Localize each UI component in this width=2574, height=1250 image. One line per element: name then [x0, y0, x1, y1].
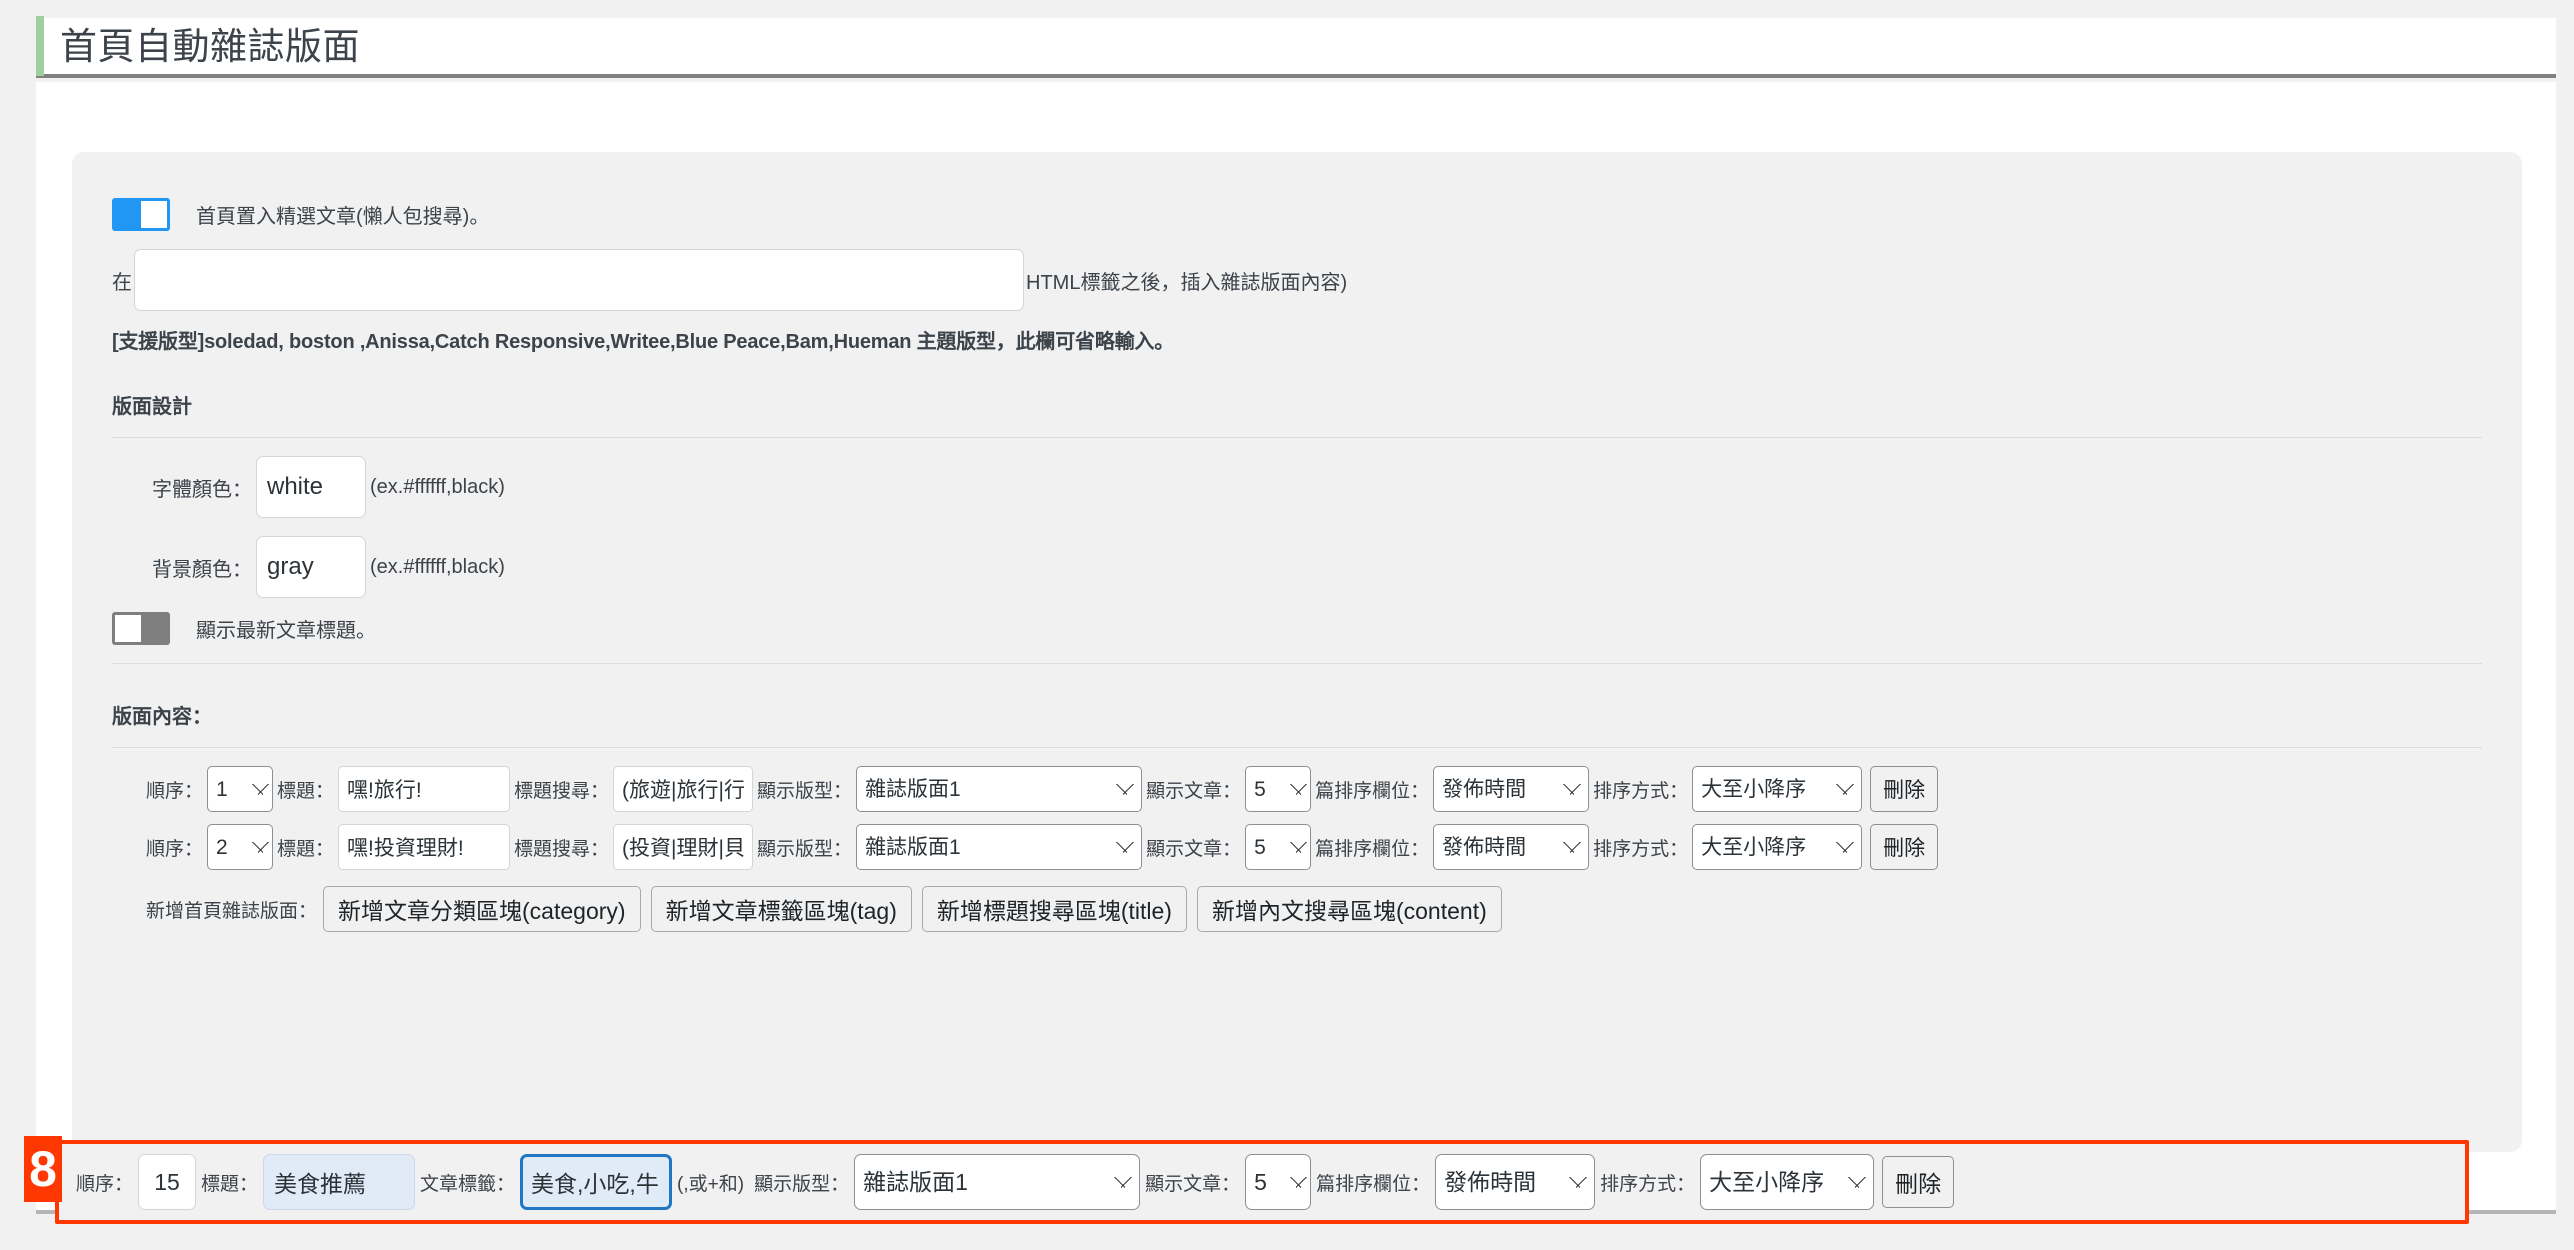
- font-color-label: 字體顏色：: [152, 478, 252, 501]
- article-tag-input[interactable]: [520, 1154, 673, 1210]
- content-rows-container: 順序： 1 標題： 標題搜尋： 顯示版型： 雜誌版面1 顯示文章： 5 篇排序欄…: [118, 760, 2482, 876]
- layout-select[interactable]: 雜誌版面1: [856, 766, 1143, 812]
- sort-dir-label: 排序方式：: [1593, 838, 1689, 860]
- sort-field-select[interactable]: 發佈時間: [1433, 824, 1590, 870]
- order-label: 順序：: [146, 780, 204, 802]
- sort-dir-select[interactable]: 大至小降序: [1692, 824, 1863, 870]
- main-card: 首頁置入精選文章(懶人包搜尋)。 在 HTML標籤之後，插入雜誌版面內容) [支…: [24, 82, 2556, 1224]
- delete-button[interactable]: 刪除: [1870, 824, 1939, 870]
- step-badge-8: 8: [24, 1136, 62, 1202]
- bg-color-label: 背景顏色：: [152, 558, 252, 581]
- layout-label: 顯示版型：: [754, 1173, 850, 1195]
- add-title-search-block-button[interactable]: 新增標題搜尋區塊(title): [921, 886, 1187, 932]
- highlighted-tag-row: 8 順序： 標題： 文章標籤： (,或+和) 顯示版型： 雜誌版面1 顯示文章：…: [24, 1136, 2469, 1224]
- bg-color-input[interactable]: [256, 536, 366, 598]
- font-color-input[interactable]: [256, 456, 366, 518]
- title-label: 標題：: [201, 1173, 259, 1195]
- html-tag-suffix: HTML標籤之後，插入雜誌版面內容): [1026, 271, 1348, 294]
- title-input[interactable]: [338, 766, 511, 812]
- sort-dir-label: 排序方式：: [1600, 1173, 1696, 1195]
- toggle-knob: [115, 615, 141, 642]
- tag-hint: (,或+和): [677, 1173, 745, 1195]
- support-theme-note: [支援版型]soledad, boston ,Anissa,Catch Resp…: [112, 331, 1175, 353]
- show-posts-label: 顯示文章：: [1145, 1173, 1241, 1195]
- featured-article-toggle[interactable]: [112, 198, 170, 231]
- featured-toggle-label: 首頁置入精選文章(懶人包搜尋)。: [196, 206, 490, 228]
- design-heading: 版面設計: [112, 396, 192, 418]
- title-input[interactable]: [263, 1154, 416, 1210]
- add-block-label: 新增首頁雜誌版面：: [146, 900, 318, 922]
- layout-label: 顯示版型：: [757, 838, 853, 860]
- add-content-search-block-button[interactable]: 新增內文搜尋區塊(content): [1196, 886, 1502, 932]
- title-search-label: 標題搜尋：: [514, 780, 610, 802]
- page-title: 首頁自動雜誌版面: [60, 25, 360, 67]
- sort-field-label: 篇排序欄位：: [1316, 1173, 1431, 1195]
- html-tag-row: 在 HTML標籤之後，插入雜誌版面內容): [112, 249, 2482, 311]
- title-input[interactable]: [338, 824, 511, 870]
- html-tag-prefix: 在: [112, 271, 132, 294]
- design-divider-bottom: [112, 663, 2482, 664]
- layout-select[interactable]: 雜誌版面1: [854, 1154, 1141, 1210]
- layout-label: 顯示版型：: [757, 780, 853, 802]
- sort-dir-select[interactable]: 大至小降序: [1700, 1154, 1875, 1210]
- design-divider-top: [112, 437, 2482, 438]
- add-category-block-button[interactable]: 新增文章分類區塊(category): [323, 886, 641, 932]
- order-label: 順序：: [146, 838, 204, 860]
- tag-block-row: 順序： 標題： 文章標籤： (,或+和) 顯示版型： 雜誌版面1 顯示文章： 5…: [59, 1144, 2465, 1220]
- sort-field-select[interactable]: 發佈時間: [1433, 766, 1590, 812]
- order-input[interactable]: [138, 1154, 197, 1210]
- layout-select[interactable]: 雜誌版面1: [856, 824, 1143, 870]
- add-block-row: 新增首頁雜誌版面： 新增文章分類區塊(category) 新增文章標籤區塊(ta…: [118, 886, 2482, 932]
- latest-title-toggle-row: 顯示最新文章標題。: [112, 612, 2482, 645]
- font-color-row: 字體顏色： (ex.#ffffff,black): [152, 456, 2482, 518]
- content-row: 順序： 1 標題： 標題搜尋： 顯示版型： 雜誌版面1 顯示文章： 5 篇排序欄…: [118, 760, 2482, 818]
- article-tag-label: 文章標籤：: [420, 1173, 516, 1195]
- delete-button[interactable]: 刪除: [1882, 1156, 1955, 1208]
- content-row: 順序： 2 標題： 標題搜尋： 顯示版型： 雜誌版面1 顯示文章： 5 篇排序欄…: [118, 818, 2482, 876]
- bg-color-row: 背景顏色： (ex.#ffffff,black): [152, 536, 2482, 598]
- title-search-input[interactable]: [613, 824, 754, 870]
- page-header: 首頁自動雜誌版面: [36, 16, 2556, 78]
- order-select[interactable]: 2: [207, 824, 274, 870]
- show-latest-title-toggle[interactable]: [112, 612, 170, 645]
- sort-field-label: 篇排序欄位：: [1315, 838, 1430, 860]
- show-posts-label: 顯示文章：: [1146, 780, 1242, 802]
- delete-button[interactable]: 刪除: [1870, 766, 1939, 812]
- sort-dir-select[interactable]: 大至小降序: [1692, 766, 1863, 812]
- sort-field-label: 篇排序欄位：: [1315, 780, 1430, 802]
- show-posts-label: 顯示文章：: [1146, 838, 1242, 860]
- header-accent-bar: [36, 16, 44, 76]
- title-label: 標題：: [277, 838, 335, 860]
- title-search-input[interactable]: [613, 766, 754, 812]
- add-tag-block-button[interactable]: 新增文章標籤區塊(tag): [650, 886, 912, 932]
- order-label: 順序：: [76, 1173, 134, 1195]
- sort-field-select[interactable]: 發佈時間: [1435, 1154, 1596, 1210]
- font-color-hint: (ex.#ffffff,black): [370, 475, 505, 498]
- title-label: 標題：: [277, 780, 335, 802]
- show-posts-select[interactable]: 5: [1245, 824, 1312, 870]
- bg-color-hint: (ex.#ffffff,black): [370, 555, 505, 578]
- order-select[interactable]: 1: [207, 766, 274, 812]
- toggle-knob: [141, 201, 167, 228]
- sort-dir-label: 排序方式：: [1593, 780, 1689, 802]
- settings-panel: 首頁置入精選文章(懶人包搜尋)。 在 HTML標籤之後，插入雜誌版面內容) [支…: [72, 152, 2522, 1152]
- content-divider: [112, 747, 2482, 748]
- latest-title-label: 顯示最新文章標題。: [196, 620, 376, 642]
- show-posts-select[interactable]: 5: [1245, 1154, 1312, 1210]
- html-tag-input[interactable]: [134, 249, 1024, 311]
- content-heading: 版面內容：: [112, 706, 212, 728]
- show-posts-select[interactable]: 5: [1245, 766, 1312, 812]
- featured-toggle-row: 首頁置入精選文章(懶人包搜尋)。: [112, 198, 2482, 231]
- title-search-label: 標題搜尋：: [514, 838, 610, 860]
